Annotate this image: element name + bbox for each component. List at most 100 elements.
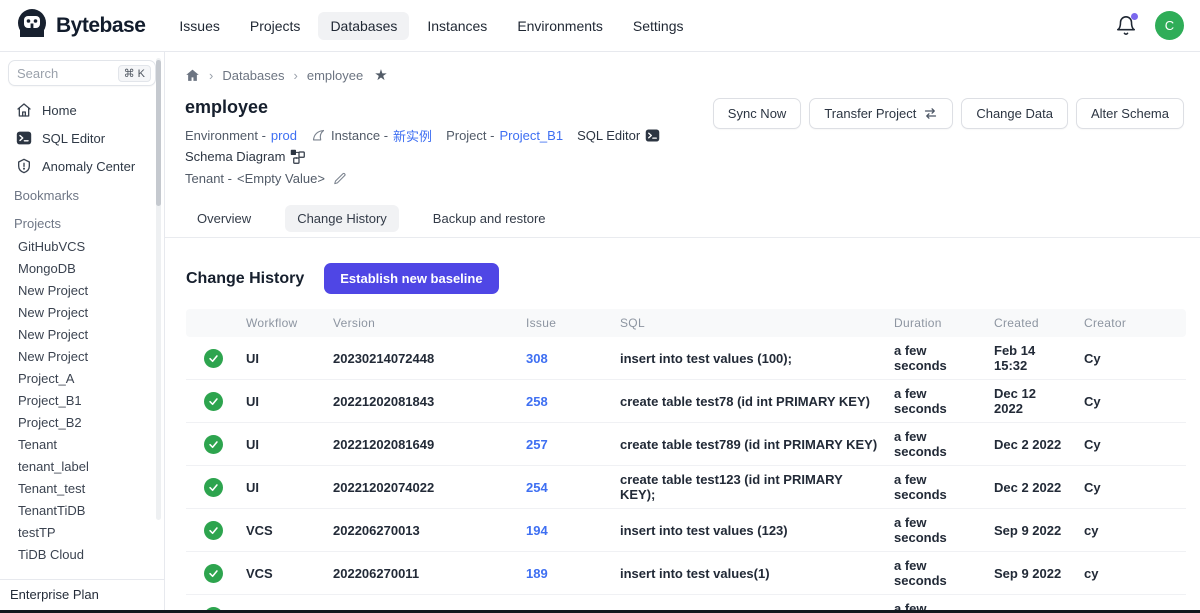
- version-cell: 20221202081843: [325, 380, 518, 423]
- database-tab[interactable]: Backup and restore: [421, 205, 558, 232]
- issue-link[interactable]: 189: [526, 566, 548, 581]
- notification-dot: [1131, 13, 1138, 20]
- table-row[interactable]: VCS 202206270010 188 insert into test va…: [186, 595, 1186, 611]
- project-link[interactable]: Project_B1: [499, 128, 563, 143]
- issue-link[interactable]: 308: [526, 351, 548, 366]
- issue-cell: 194: [518, 509, 612, 552]
- topnav-item[interactable]: Environments: [505, 12, 615, 40]
- bytebase-logo-icon: [16, 7, 48, 44]
- breadcrumb-databases[interactable]: Databases: [222, 68, 284, 83]
- breadcrumb-current[interactable]: employee: [307, 68, 363, 83]
- duration-cell: a few seconds: [886, 595, 986, 611]
- plan-label[interactable]: Enterprise Plan: [0, 579, 164, 610]
- issue-link[interactable]: 257: [526, 437, 548, 452]
- breadcrumb: › Databases › employee ★: [185, 66, 1184, 84]
- created-cell: Dec 12 2022: [986, 380, 1076, 423]
- sidebar-project-item[interactable]: TenantTiDB: [0, 500, 164, 522]
- status-cell: [186, 552, 238, 595]
- sidebar-item-anomaly-center[interactable]: Anomaly Center: [0, 152, 164, 180]
- alter-schema-button[interactable]: Alter Schema: [1076, 98, 1184, 129]
- sidebar-item-label: Anomaly Center: [42, 159, 135, 174]
- topnav-right: C: [1115, 11, 1184, 40]
- column-header: Creator: [1076, 309, 1186, 337]
- sidebar-project-item[interactable]: New Project: [0, 324, 164, 346]
- edit-pencil-icon[interactable]: [333, 172, 347, 186]
- topnav-item[interactable]: Databases: [318, 12, 409, 40]
- success-check-icon: [204, 564, 223, 583]
- sidebar-project-item[interactable]: New Project: [0, 302, 164, 324]
- issue-link[interactable]: 194: [526, 523, 548, 538]
- database-tab[interactable]: Change History: [285, 205, 399, 232]
- creator-cell: Cy: [1076, 466, 1186, 509]
- workflow-cell: UI: [238, 423, 325, 466]
- meta-project: Project - Project_B1: [446, 128, 563, 143]
- issue-cell: 188: [518, 595, 612, 611]
- meta-environment: Environment - prod: [185, 128, 297, 143]
- table-row[interactable]: UI 20221202081843 258 create table test7…: [186, 380, 1186, 423]
- sidebar-project-item[interactable]: MongoDB: [0, 258, 164, 280]
- topnav-item[interactable]: Instances: [415, 12, 499, 40]
- workflow-cell: VCS: [238, 595, 325, 611]
- sidebar-project-item[interactable]: testTP: [0, 522, 164, 544]
- change-data-button[interactable]: Change Data: [961, 98, 1068, 129]
- table-row[interactable]: VCS 202206270013 194 insert into test va…: [186, 509, 1186, 552]
- tabs-divider: [165, 237, 1200, 238]
- sidebar-project-item[interactable]: New Project: [0, 280, 164, 302]
- bookmark-star-icon[interactable]: ★: [374, 66, 387, 84]
- success-check-icon: [204, 392, 223, 411]
- sidebar-project-item[interactable]: TiDB Cloud: [0, 544, 164, 566]
- sql-cell: insert into test values (100);: [612, 337, 886, 380]
- transfer-project-button[interactable]: Transfer Project: [809, 98, 953, 129]
- topnav-item[interactable]: Projects: [238, 12, 313, 40]
- table-row[interactable]: UI 20230214072448 308 insert into test v…: [186, 337, 1186, 380]
- sidebar-item-sql-editor[interactable]: SQL Editor: [0, 124, 164, 152]
- topnav-item[interactable]: Settings: [621, 12, 696, 40]
- bytebase-app: Bytebase IssuesProjectsDatabasesInstance…: [0, 0, 1200, 613]
- sidebar-project-item[interactable]: Project_B2: [0, 412, 164, 434]
- sidebar-item-home[interactable]: Home: [0, 96, 164, 124]
- table-row[interactable]: VCS 202206270011 189 insert into test va…: [186, 552, 1186, 595]
- version-cell: 202206270013: [325, 509, 518, 552]
- workflow-cell: UI: [238, 337, 325, 380]
- column-header: SQL: [612, 309, 886, 337]
- terminal-icon: [16, 130, 32, 146]
- top-navigation: Bytebase IssuesProjectsDatabasesInstance…: [0, 0, 1200, 52]
- environment-link[interactable]: prod: [271, 128, 297, 143]
- sync-now-button[interactable]: Sync Now: [713, 98, 802, 129]
- topnav-item[interactable]: Issues: [167, 12, 231, 40]
- column-header: Issue: [518, 309, 612, 337]
- search-input[interactable]: Search ⌘ K: [8, 60, 156, 86]
- sidebar-project-item[interactable]: tenant_label: [0, 456, 164, 478]
- table-row[interactable]: UI 20221202074022 254 create table test1…: [186, 466, 1186, 509]
- transfer-arrows-icon: [923, 106, 938, 121]
- sidebar-project-item[interactable]: GitHubVCS: [0, 236, 164, 258]
- schema-diagram-shortcut[interactable]: Schema Diagram: [185, 149, 305, 164]
- database-tab[interactable]: Overview: [185, 205, 263, 232]
- column-header: Version: [325, 309, 518, 337]
- sql-editor-shortcut[interactable]: SQL Editor: [577, 128, 660, 143]
- sidebar-project-item[interactable]: New Project: [0, 346, 164, 368]
- sidebar-project-item[interactable]: Project_A: [0, 368, 164, 390]
- issue-cell: 308: [518, 337, 612, 380]
- status-cell: [186, 466, 238, 509]
- instance-link[interactable]: 新实例: [393, 126, 432, 145]
- duration-cell: a few seconds: [886, 509, 986, 552]
- sql-cell: create table test78 (id int PRIMARY KEY): [612, 380, 886, 423]
- sidebar-project-item[interactable]: Tenant_test: [0, 478, 164, 500]
- sidebar-section-bookmarks: Bookmarks: [0, 180, 164, 208]
- user-avatar[interactable]: C: [1155, 11, 1184, 40]
- establish-baseline-button[interactable]: Establish new baseline: [324, 263, 498, 294]
- sidebar-project-item[interactable]: Tenant: [0, 434, 164, 456]
- notifications-button[interactable]: [1115, 15, 1137, 37]
- sidebar-scrollbar-thumb[interactable]: [156, 60, 161, 206]
- status-cell: [186, 509, 238, 552]
- issue-link[interactable]: 254: [526, 480, 548, 495]
- bytebase-logo[interactable]: Bytebase: [16, 7, 145, 44]
- version-cell: 202206270011: [325, 552, 518, 595]
- table-row[interactable]: UI 20221202081649 257 create table test7…: [186, 423, 1186, 466]
- sidebar: Search ⌘ K Home SQL Editor: [0, 52, 165, 610]
- workflow-cell: VCS: [238, 552, 325, 595]
- home-breadcrumb-icon[interactable]: [185, 68, 200, 83]
- issue-link[interactable]: 258: [526, 394, 548, 409]
- sidebar-project-item[interactable]: Project_B1: [0, 390, 164, 412]
